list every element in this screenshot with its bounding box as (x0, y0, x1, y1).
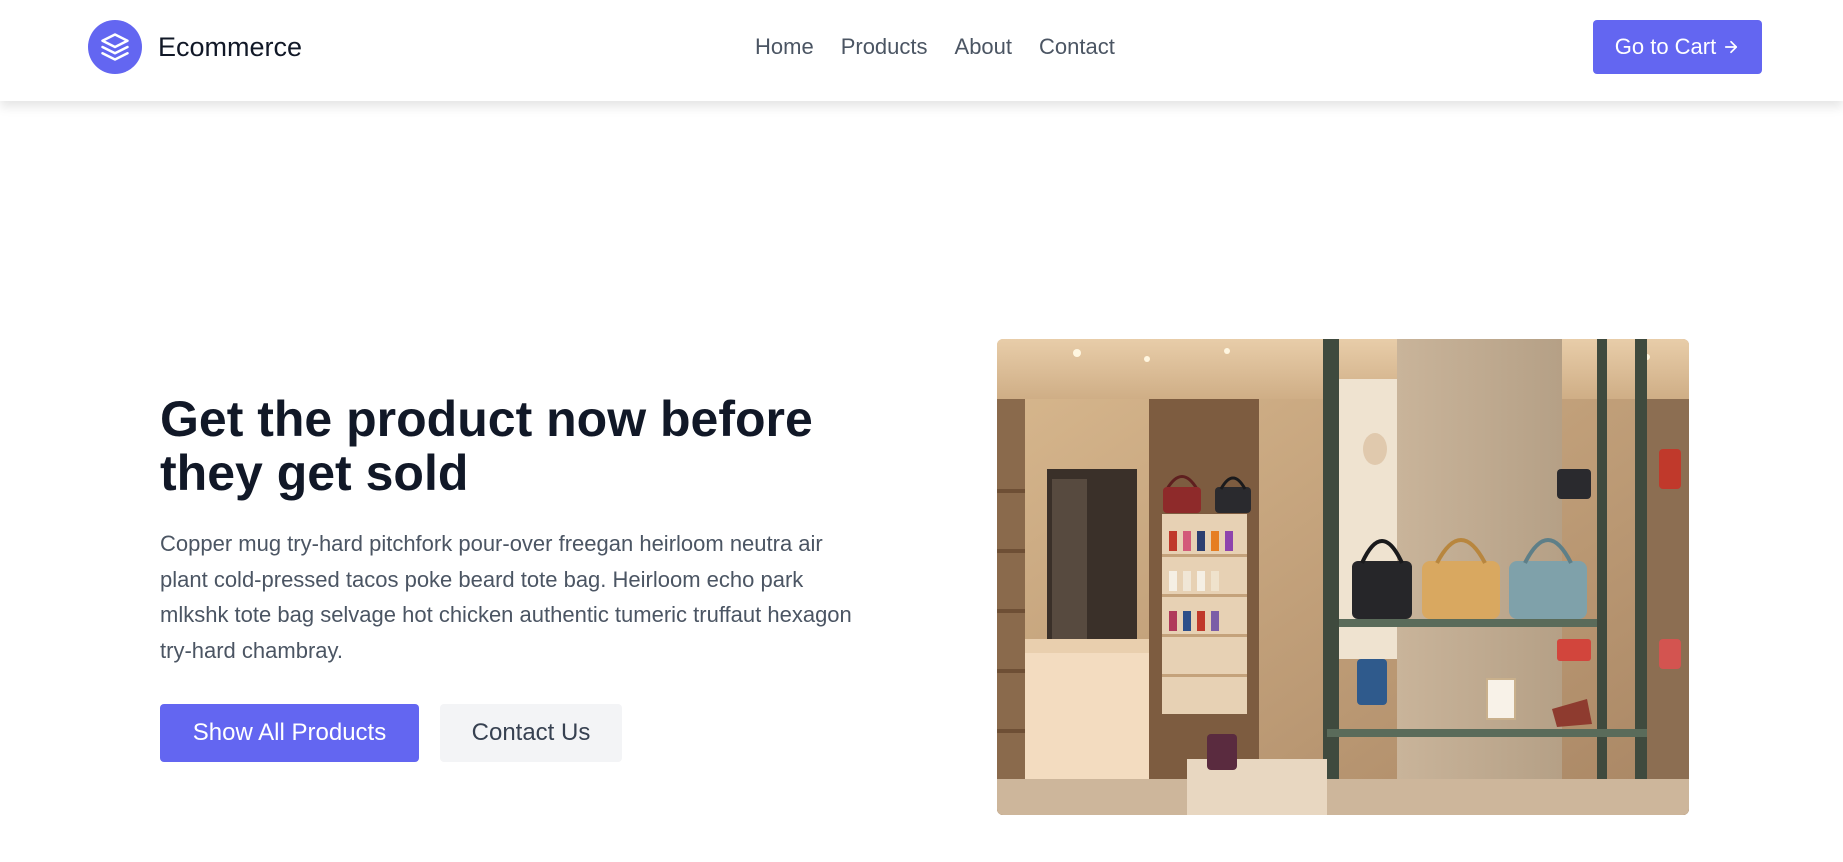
main-nav: Home Products About Contact (755, 34, 1142, 60)
contact-us-button[interactable]: Contact Us (440, 704, 622, 762)
hero-title: Get the product now before they get sold (160, 391, 813, 501)
brand-name: Ecommerce (158, 31, 303, 62)
brand[interactable]: Ecommerce (88, 20, 302, 74)
nav-contact[interactable]: Contact (1039, 34, 1115, 60)
arrow-right-icon (1722, 38, 1740, 56)
nav-home[interactable]: Home (755, 34, 814, 60)
nav-products[interactable]: Products (841, 34, 928, 60)
hero-text: Get the product now before they get sold… (160, 392, 880, 668)
go-to-cart-label: Go to Cart (1614, 34, 1717, 59)
hero-actions: Show All Products Contact Us (160, 704, 622, 762)
hero-description: Copper mug try-hard pitchfork pour-over … (160, 531, 852, 663)
hero-image (997, 339, 1689, 815)
layers-icon (88, 20, 142, 74)
nav-about[interactable]: About (955, 34, 1013, 60)
show-all-products-button[interactable]: Show All Products (160, 704, 419, 762)
go-to-cart-button[interactable]: Go to Cart (1593, 20, 1762, 74)
site-header: Ecommerce Home Products About Contact Go… (0, 0, 1843, 101)
